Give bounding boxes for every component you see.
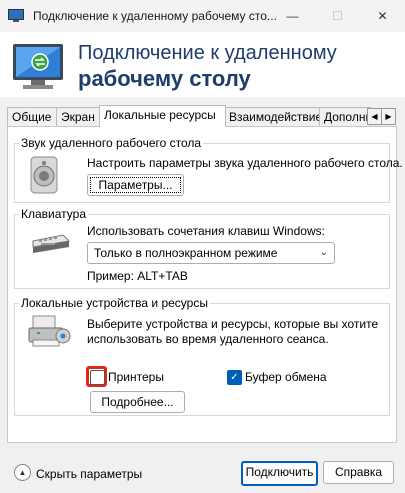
maximize-icon: ☐: [332, 9, 343, 23]
remote-desktop-icon: [13, 44, 63, 89]
keyboard-group: Клавиатура Использовать сочетания клавиш…: [14, 207, 390, 289]
window-title: Подключение к удаленному рабочему сто...: [33, 9, 277, 23]
maximize-button[interactable]: ☐: [315, 0, 360, 32]
printers-label: Принтеры: [108, 370, 164, 384]
connect-button[interactable]: Подключить: [241, 461, 318, 486]
printers-checkbox[interactable]: [90, 370, 105, 385]
tab-scroll-left-button[interactable]: ◀: [367, 108, 382, 125]
tab-advanced[interactable]: Дополнит: [319, 107, 371, 126]
keyboard-icon: [32, 234, 71, 253]
close-button[interactable]: ✕: [360, 0, 405, 32]
keyboard-group-legend: Клавиатура: [19, 207, 88, 221]
checkmark-icon: ✓: [230, 372, 239, 383]
remote-desktop-app-icon: [8, 9, 24, 22]
header-title-line2: рабочему столу: [78, 66, 251, 91]
tab-display[interactable]: Экран: [56, 107, 105, 126]
title-bar[interactable]: Подключение к удаленному рабочему сто...…: [0, 0, 405, 32]
sound-group: Звук удаленного рабочего стола Настроить…: [14, 136, 403, 203]
hide-options-label[interactable]: Скрыть параметры: [36, 467, 142, 481]
tab-label: Взаимодействие: [229, 110, 323, 124]
tab-local-resources[interactable]: Локальные ресурсы: [99, 105, 226, 127]
more-devices-button[interactable]: Подробнее...: [90, 391, 185, 413]
local-resources-panel: Звук удаленного рабочего стола Настроить…: [7, 126, 403, 443]
minimize-icon: —: [286, 9, 299, 23]
keyboard-description: Использовать сочетания клавиш Windows:: [87, 224, 325, 238]
collapse-options-button[interactable]: ▲: [14, 464, 31, 481]
sound-settings-button[interactable]: Параметры...: [87, 174, 184, 196]
speaker-icon: [30, 156, 58, 194]
windows-keys-selected: Только в полноэкранном режиме: [94, 246, 278, 260]
help-button[interactable]: Справка: [323, 461, 394, 484]
devices-description-line2: использовать во время удаленного сеанса.: [87, 332, 329, 346]
tab-label: Общие: [12, 110, 52, 124]
tab-label: Экран: [61, 110, 95, 124]
tab-label: Локальные ресурсы: [104, 108, 216, 122]
devices-icon: [28, 315, 71, 347]
windows-keys-dropdown[interactable]: Только в полноэкранном режиме ⌄: [87, 242, 335, 264]
connect-label: Подключить: [245, 465, 314, 479]
clipboard-label: Буфер обмена: [245, 370, 327, 384]
header-banner: Подключение к удаленному рабочему столу: [0, 32, 405, 97]
tab-experience[interactable]: Взаимодействие: [224, 107, 326, 126]
help-label: Справка: [334, 465, 383, 479]
sound-description: Настроить параметры звука удаленного раб…: [87, 156, 403, 170]
minimize-button[interactable]: —: [270, 0, 315, 32]
tab-strip: Общие Экран Локальные ресурсы Взаимодейс…: [7, 105, 397, 127]
more-devices-label: Подробнее...: [101, 395, 174, 409]
close-icon: ✕: [377, 9, 388, 23]
tab-label: Дополнит: [324, 110, 370, 124]
sound-settings-label: Параметры...: [98, 178, 173, 192]
devices-description-line1: Выберите устройства и ресурсы, которые в…: [87, 317, 379, 331]
devices-group: Локальные устройства и ресурсы Выберите …: [14, 296, 390, 416]
rdp-window: Подключение к удаленному рабочему сто...…: [0, 0, 405, 493]
devices-group-legend: Локальные устройства и ресурсы: [19, 296, 210, 310]
clipboard-checkbox[interactable]: ✓: [227, 370, 242, 385]
header-title-line1: Подключение к удаленному: [78, 42, 337, 64]
tab-scroll-right-button[interactable]: ▶: [381, 108, 396, 125]
chevron-left-icon: ◀: [371, 112, 378, 121]
tab-general[interactable]: Общие: [7, 107, 57, 126]
chevron-up-icon: ▲: [18, 468, 27, 477]
chevron-down-icon: ⌄: [319, 247, 328, 258]
chevron-right-icon: ▶: [385, 112, 392, 121]
sound-group-legend: Звук удаленного рабочего стола: [19, 136, 204, 150]
keyboard-example: Пример: ALT+TAB: [87, 269, 188, 283]
